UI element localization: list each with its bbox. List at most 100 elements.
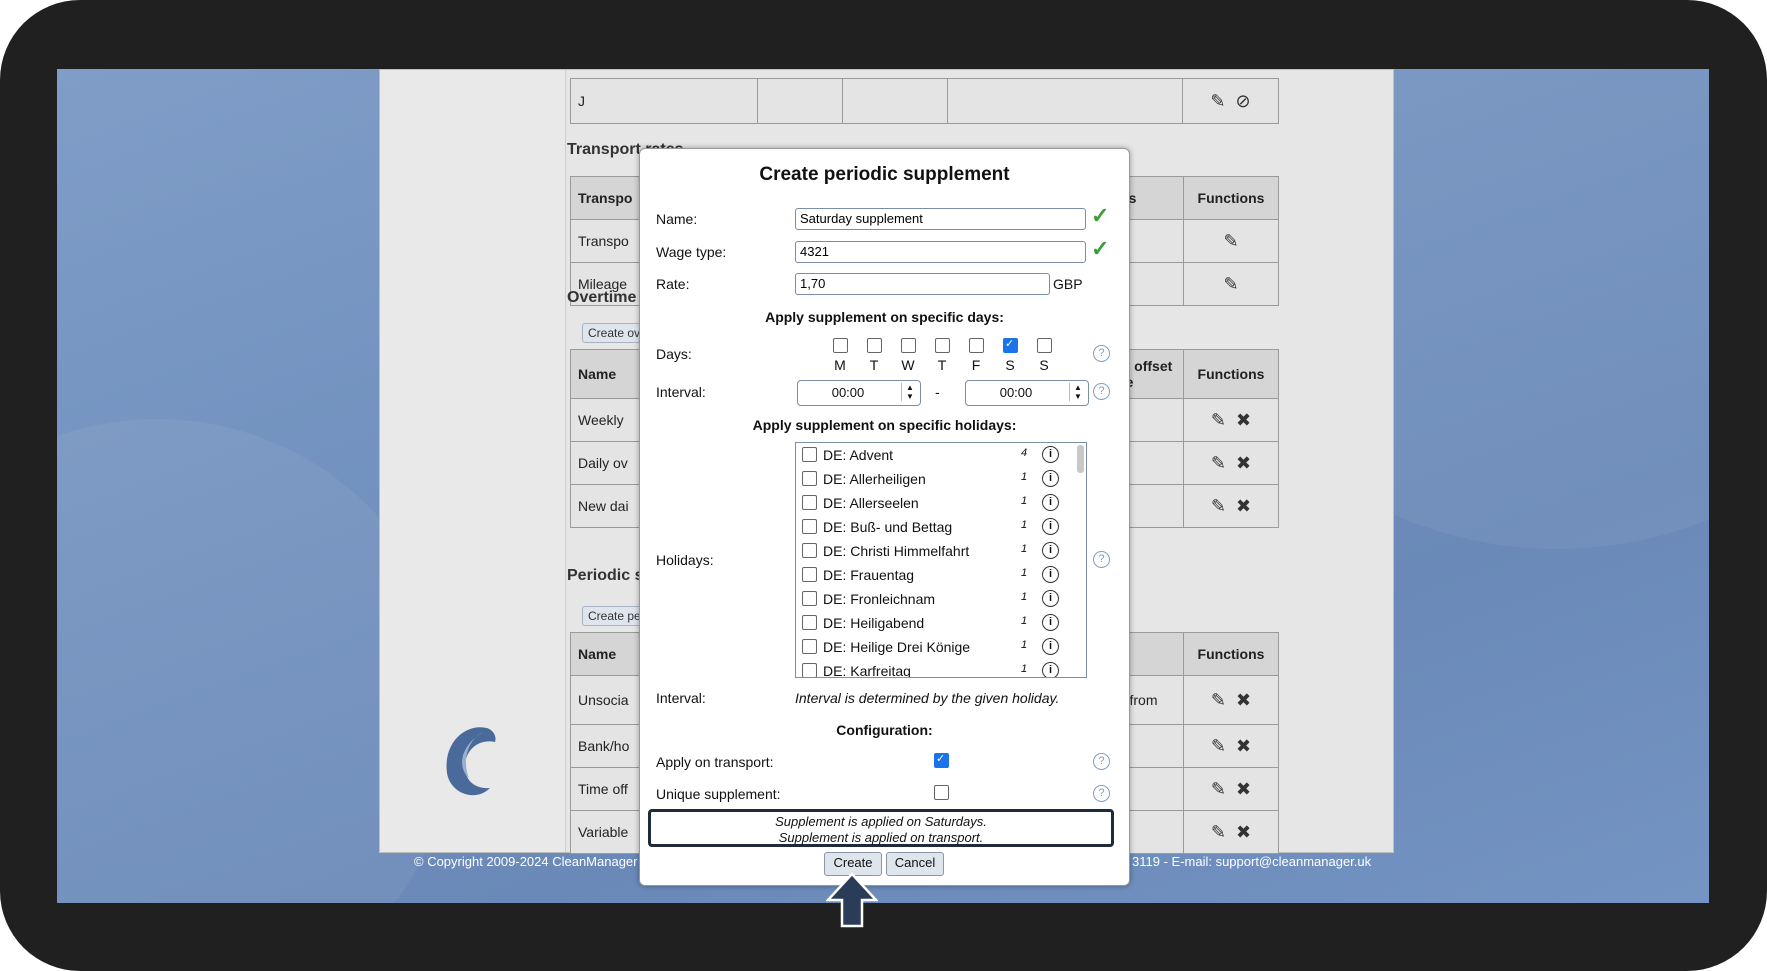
list-item[interactable]: DE: Fronleichnam 1 i (796, 587, 1066, 611)
valid-check-icon: ✓ (1091, 203, 1110, 228)
list-item[interactable]: DE: Allerheiligen 1 i (796, 467, 1066, 491)
holiday-name: DE: Heiligabend (823, 615, 925, 631)
column-header: Functions (1183, 349, 1279, 399)
day-checkbox-thursday[interactable] (935, 338, 950, 353)
functions-cell: ✎ ✖ (1183, 675, 1279, 725)
holiday-count: 1 (1021, 519, 1028, 531)
list-item[interactable]: DE: Buß- und Bettag 1 i (796, 515, 1066, 539)
apply-transport-checkbox[interactable] (934, 752, 949, 768)
edit-icon[interactable]: ✎ (1223, 274, 1238, 295)
interval-from-input[interactable]: 00:00 ▲ ▼ (797, 380, 921, 406)
list-item[interactable]: DE: Heiligabend 1 i (796, 611, 1066, 635)
info-icon[interactable]: i (1042, 446, 1059, 463)
valid-check-icon: ✓ (1091, 236, 1110, 261)
configuration-heading: Configuration: (836, 722, 933, 738)
delete-icon[interactable]: ✖ (1236, 496, 1251, 517)
days-label: Days: (656, 346, 692, 362)
delete-icon[interactable]: ✖ (1236, 690, 1251, 711)
delete-icon[interactable]: ✖ (1236, 410, 1251, 431)
holiday-name: DE: Advent (823, 447, 894, 463)
info-icon[interactable]: i (1042, 566, 1059, 583)
info-icon[interactable]: i (1042, 470, 1059, 487)
help-icon[interactable]: ? (1093, 345, 1110, 362)
apply-transport-label: Apply on transport: (656, 754, 774, 770)
info-icon[interactable]: i (1042, 590, 1059, 607)
edit-icon[interactable]: ✎ (1211, 736, 1226, 757)
info-icon[interactable]: i (1042, 542, 1059, 559)
edit-icon[interactable]: ✎ (1210, 91, 1225, 112)
edit-icon[interactable]: ✎ (1211, 690, 1226, 711)
time-spinner[interactable]: ▲ ▼ (1069, 383, 1086, 401)
help-icon[interactable]: ? (1093, 753, 1110, 770)
list-scrollbar[interactable] (1077, 445, 1084, 473)
interval-label: Interval: (656, 384, 706, 400)
name-input[interactable] (795, 208, 1086, 230)
holiday-name: DE: Fronleichnam (823, 591, 936, 607)
holiday-name: DE: Allerseelen (823, 495, 919, 511)
day-checkbox-friday[interactable] (969, 338, 984, 353)
holidays-list[interactable]: DE: Advent 4 i DE: Allerheiligen 1 i DE: All… (795, 442, 1087, 678)
day-checkbox-sunday[interactable] (1037, 338, 1052, 353)
day-label: T (937, 357, 947, 373)
holiday-count: 1 (1021, 543, 1028, 555)
list-item[interactable]: DE: Allerseelen 1 i (796, 491, 1066, 515)
info-icon[interactable]: i (1042, 518, 1059, 535)
list-item[interactable]: DE: Frauentag 1 i (796, 563, 1066, 587)
holiday-checkbox[interactable] (802, 615, 817, 630)
holiday-checkbox[interactable] (802, 591, 817, 606)
help-icon[interactable]: ? (1093, 785, 1110, 802)
days-heading: Apply supplement on specific days: (765, 309, 1004, 325)
edit-icon[interactable]: ✎ (1211, 496, 1226, 517)
info-icon[interactable]: i (1042, 614, 1059, 631)
holiday-checkbox[interactable] (802, 543, 817, 558)
holidays-heading: Apply supplement on specific holidays: (752, 417, 1017, 433)
edit-icon[interactable]: ✎ (1223, 231, 1238, 252)
edit-icon[interactable]: ✎ (1211, 822, 1226, 843)
device-bezel: J ✎⊘ Transport rates Transpo al Suppleme… (0, 0, 1767, 971)
day-label: S (1005, 357, 1015, 373)
day-checkbox-monday[interactable] (833, 338, 848, 353)
info-icon[interactable]: i (1042, 638, 1059, 655)
cancel-button[interactable]: Cancel (886, 852, 944, 876)
info-icon[interactable]: i (1042, 494, 1059, 511)
holiday-checkbox[interactable] (802, 447, 817, 462)
table-cell (947, 78, 1183, 124)
help-icon[interactable]: ? (1093, 551, 1110, 568)
time-spinner[interactable]: ▲ ▼ (901, 383, 918, 401)
holiday-checkbox[interactable] (802, 495, 817, 510)
help-icon[interactable]: ? (1093, 383, 1110, 400)
delete-icon[interactable]: ✖ (1236, 822, 1251, 843)
list-item[interactable]: DE: Advent 4 i (796, 443, 1066, 467)
interval-to-input[interactable]: 00:00 ▲ ▼ (965, 380, 1089, 406)
delete-icon[interactable]: ✖ (1236, 453, 1251, 474)
hide-icon[interactable]: ⊘ (1236, 91, 1251, 112)
holiday-name: DE: Christi Himmelfahrt (823, 543, 970, 559)
edit-icon[interactable]: ✎ (1211, 410, 1226, 431)
day-checkbox-wednesday[interactable] (901, 338, 916, 353)
list-item[interactable]: DE: Christi Himmelfahrt 1 i (796, 539, 1066, 563)
holiday-checkbox[interactable] (802, 471, 817, 486)
edit-icon[interactable]: ✎ (1211, 779, 1226, 800)
unique-supplement-checkbox[interactable] (934, 785, 949, 800)
day-checkbox-saturday[interactable] (1003, 337, 1018, 353)
holiday-checkbox[interactable] (802, 639, 817, 654)
dialog-title: Create periodic supplement (759, 164, 1010, 185)
delete-icon[interactable]: ✖ (1236, 779, 1251, 800)
functions-cell: ✎ ✖ (1183, 767, 1279, 811)
day-checkbox-tuesday[interactable] (867, 338, 882, 353)
interval-from-value: 00:00 (831, 385, 865, 400)
edit-icon[interactable]: ✎ (1211, 453, 1226, 474)
holiday-checkbox[interactable] (802, 663, 817, 677)
rate-input[interactable] (795, 273, 1050, 295)
info-icon[interactable]: i (1042, 662, 1059, 677)
holiday-name: DE: Frauentag (823, 567, 915, 583)
wage-type-input[interactable] (795, 241, 1086, 263)
holiday-checkbox[interactable] (802, 567, 817, 582)
holiday-name: DE: Allerheiligen (823, 471, 926, 487)
delete-icon[interactable]: ✖ (1236, 736, 1251, 757)
create-overtime-button[interactable]: Create ov (582, 323, 647, 343)
holiday-checkbox[interactable] (802, 519, 817, 534)
list-item[interactable]: DE: Heilige Drei Könige 1 i (796, 635, 1066, 659)
list-item[interactable]: DE: Karfreitag 1 i (796, 659, 1066, 677)
create-periodic-button[interactable]: Create pe (582, 606, 647, 626)
